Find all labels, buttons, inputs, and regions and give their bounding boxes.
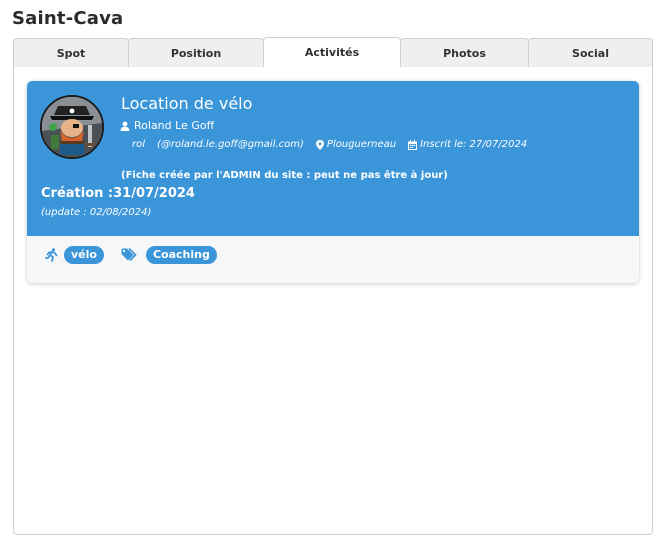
tags-icon: [121, 248, 140, 262]
card-header: Location de vélo Roland Le Goff rol (@ro…: [27, 81, 639, 236]
location-text: Plouguerneau: [326, 139, 397, 150]
activity-card: Location de vélo Roland Le Goff rol (@ro…: [27, 81, 639, 283]
location-item: Plouguerneau: [315, 139, 397, 150]
update-date: (update : 02/08/2024): [41, 207, 152, 218]
calendar-icon: [408, 139, 418, 150]
user-icon: [120, 121, 130, 131]
author-name[interactable]: Roland Le Goff: [134, 119, 214, 132]
page-title: Saint-Cava: [12, 8, 124, 29]
author-meta: rol (@roland.le.goff@gmail.com) Plouguer…: [132, 139, 527, 150]
activity-tag[interactable]: vélo: [64, 246, 104, 264]
tab-spot[interactable]: Spot: [13, 38, 129, 67]
avatar: [40, 95, 104, 159]
author-email[interactable]: (@roland.le.goff@gmail.com): [157, 139, 304, 150]
registered-item: Inscrit le: 27/07/2024: [408, 139, 527, 150]
creation-date: Création :31/07/2024: [41, 186, 195, 201]
tab-activites[interactable]: Activités: [263, 37, 401, 68]
tab-social[interactable]: Social: [528, 38, 653, 67]
map-marker-icon: [315, 139, 324, 150]
running-icon: [45, 248, 59, 262]
activity-title: Location de vélo: [121, 94, 253, 113]
tab-panel-activites: Location de vélo Roland Le Goff rol (@ro…: [13, 67, 653, 535]
tab-bar: Spot Position Activités Photos Social: [13, 37, 653, 68]
username: rol: [132, 139, 146, 150]
admin-notice: (Fiche créée par l'ADMIN du site : peut …: [121, 170, 448, 181]
card-footer-tags: vélo Coaching: [45, 246, 217, 264]
tab-photos[interactable]: Photos: [400, 38, 529, 67]
category-tag[interactable]: Coaching: [145, 246, 217, 264]
registered-date: Inscrit le: 27/07/2024: [420, 139, 528, 150]
author-line: Roland Le Goff: [120, 119, 214, 132]
tab-position[interactable]: Position: [128, 38, 264, 67]
